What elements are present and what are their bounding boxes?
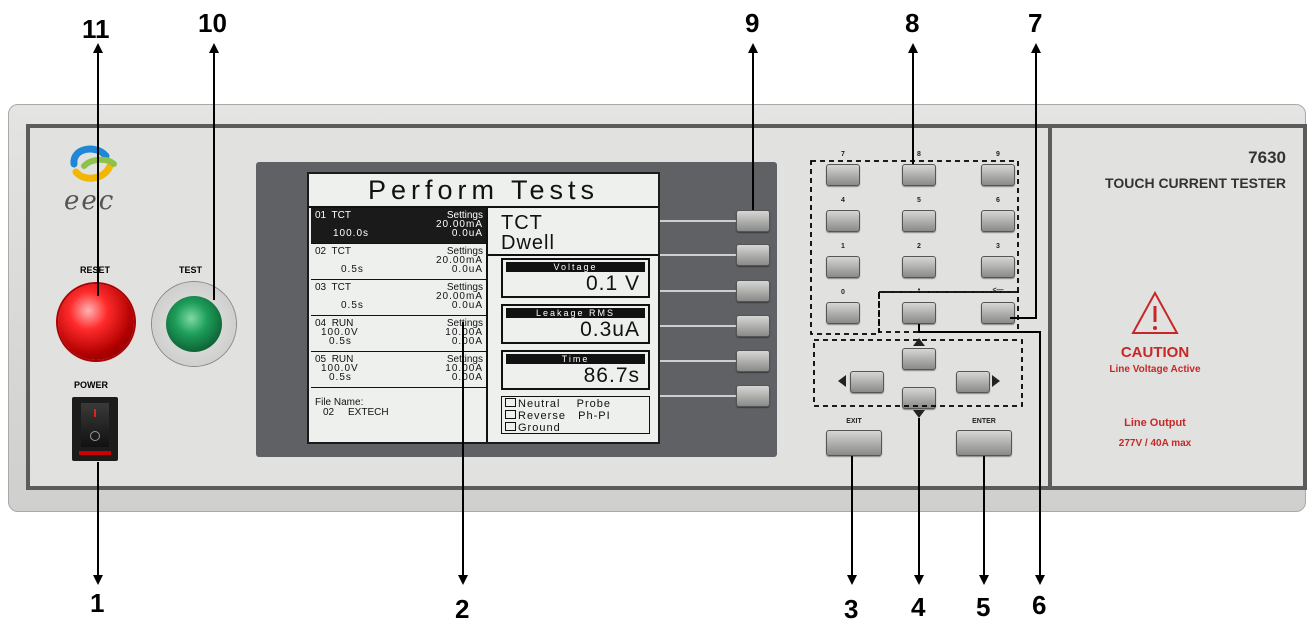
arrow-keys-group [813, 339, 1023, 407]
callout-9: 9 [745, 8, 760, 38]
edit-keys-group [878, 291, 1019, 333]
left-arrow-icon [838, 375, 846, 387]
callout-overlay [93, 43, 1045, 585]
callout-1: 1 [90, 588, 105, 618]
softkey-connectors [660, 220, 736, 397]
callout-4: 4 [911, 592, 926, 622]
callout-11: 11 [82, 14, 110, 44]
numeric-keypad-group [810, 160, 1019, 335]
callout-7: 7 [1028, 8, 1043, 38]
callout-8: 8 [905, 8, 920, 38]
callout-10: 10 [198, 8, 227, 38]
callout-5: 5 [976, 592, 991, 622]
callout-6: 6 [1032, 590, 1047, 620]
right-arrow-icon [992, 375, 1000, 387]
callout-3: 3 [844, 594, 859, 624]
down-arrow-icon [913, 410, 925, 418]
callout-2: 2 [455, 594, 470, 624]
